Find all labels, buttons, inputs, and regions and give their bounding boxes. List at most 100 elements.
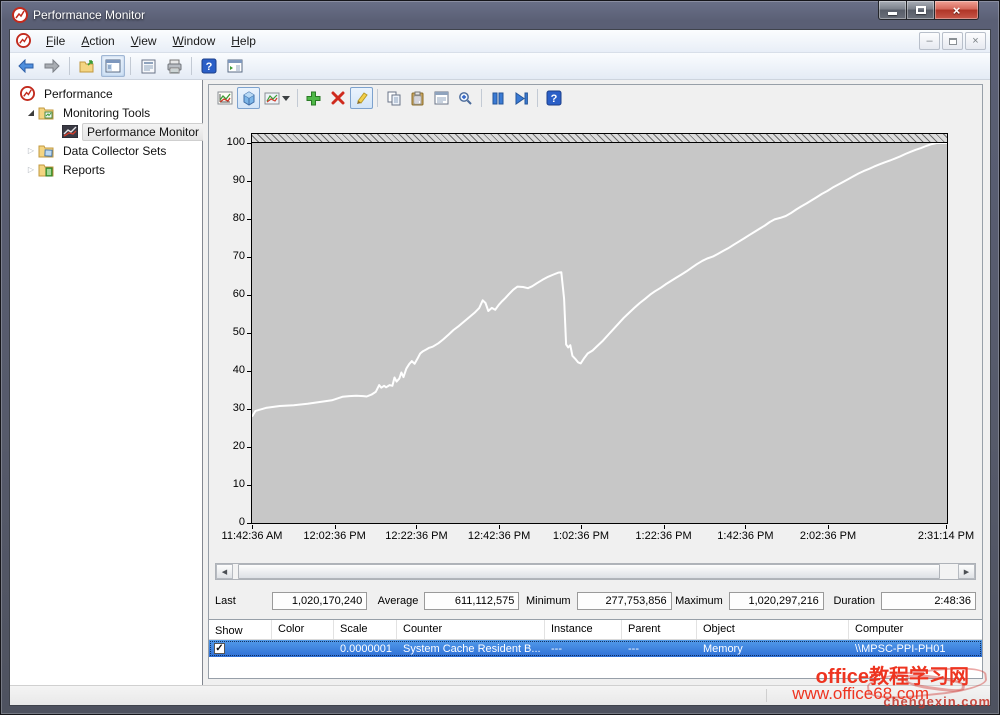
paste-counter-list-icon [411,91,424,106]
scroll-left-icon: ◀ [222,568,227,576]
close-icon: × [953,2,961,19]
delete-counter-icon [331,91,345,105]
menu-file[interactable]: File [38,32,73,51]
help-button[interactable]: ? [197,55,221,77]
column-header-object[interactable]: Object [697,620,849,639]
maximum-value: 1,020,297,216 [729,592,824,610]
zoom-icon [458,91,473,106]
add-counter-button[interactable] [302,87,325,109]
menu-help[interactable]: Help [223,32,264,51]
column-header-color[interactable]: Color [272,620,334,639]
forward-button[interactable] [40,55,64,77]
x-axis-tick [499,525,500,529]
expander-expanded-icon[interactable]: ◢ [26,108,36,117]
maximize-button[interactable] [907,1,934,20]
action-pane-toggle-button[interactable] [223,55,247,77]
properties-list-button[interactable] [136,55,160,77]
perfmon-pane: ? 0102030405060708090100 11:42:36 AM12:0… [203,80,990,685]
show-checkbox[interactable]: ✓ [214,643,225,654]
cell-parent: --- [622,643,697,655]
x-axis-tick [828,525,829,529]
tree-item-reports[interactable]: ▷ Reports [10,160,202,179]
tree-item-data-collector-sets[interactable]: ▷ Data Collector Sets [10,141,202,160]
scroll-right-button[interactable]: ▶ [958,564,975,579]
perfmon-view: ? 0102030405060708090100 11:42:36 AM12:0… [208,84,983,679]
counter-table-header: Show Color Scale Counter Instance Parent… [209,620,982,640]
update-data-button[interactable] [510,87,533,109]
view-current-activity-button[interactable] [213,87,236,109]
y-axis-tick-label: 0 [209,516,245,528]
y-axis-tick [247,181,251,182]
update-data-icon [515,92,528,105]
paste-counter-list-button[interactable] [406,87,429,109]
minimize-button[interactable] [878,1,907,20]
expander-collapsed-icon[interactable]: ▷ [26,146,36,155]
folder-report-icon [38,163,55,177]
app-window: Performance Monitor × File Action View W… [0,0,1000,715]
highlight-button[interactable] [350,87,373,109]
close-button[interactable]: × [934,1,979,20]
horizontal-scrollbar[interactable]: ◀ ▶ [215,563,976,580]
add-counter-icon [306,91,321,106]
status-bar [10,685,990,705]
view-log-data-icon [241,91,257,106]
menu-action[interactable]: Action [73,32,122,51]
column-header-instance[interactable]: Instance [545,620,622,639]
back-icon [17,59,35,73]
y-axis-tick [247,257,251,258]
menu-window[interactable]: Window [165,32,224,51]
column-header-show[interactable]: Show [209,620,272,639]
expander-collapsed-icon[interactable]: ▷ [26,165,36,174]
freeze-display-button[interactable] [486,87,509,109]
y-axis-tick [247,485,251,486]
change-graph-type-button[interactable] [261,87,293,109]
svg-text:?: ? [206,61,213,73]
counter-row[interactable]: ✓ 0.0000001 System Cache Resident B... -… [209,640,982,657]
tree-item-performance-monitor[interactable]: Performance Monitor [10,122,202,141]
maximize-icon [916,6,926,14]
zoom-button[interactable] [454,87,477,109]
cell-computer: \\MPSC-PPI-PH01 [849,643,982,655]
x-axis-tick-label: 12:02:36 PM [303,530,365,542]
view-log-data-button[interactable] [237,87,260,109]
x-axis-tick [416,525,417,529]
x-axis-tick [664,525,665,529]
copy-properties-button[interactable] [382,87,405,109]
maximum-label: Maximum [672,595,729,607]
column-header-computer[interactable]: Computer [849,620,982,639]
menu-bar: File Action View Window Help – × [10,30,990,53]
delete-counter-button[interactable] [326,87,349,109]
column-header-counter[interactable]: Counter [397,620,545,639]
column-header-parent[interactable]: Parent [622,620,697,639]
change-graph-type-icon [264,92,280,105]
x-axis-tick [745,525,746,529]
column-header-scale[interactable]: Scale [334,620,397,639]
toolbar-separator [481,89,482,107]
toolbar-separator [537,89,538,107]
x-axis-tick-label: 12:22:36 PM [385,530,447,542]
cell-scale: 0.0000001 [334,643,397,655]
minimum-value: 277,753,856 [577,592,672,610]
child-close-button[interactable]: × [965,32,986,50]
export-button[interactable] [75,55,99,77]
tree-item-monitoring-tools[interactable]: ◢ Monitoring Tools [10,103,202,122]
tree-item-performance[interactable]: Performance [10,84,202,103]
print-button[interactable] [162,55,186,77]
child-minimize-button[interactable]: – [919,32,940,50]
scroll-left-button[interactable]: ◀ [216,564,233,579]
view-current-activity-icon [217,91,233,105]
title-bar[interactable]: Performance Monitor × [1,1,999,29]
x-axis-tick [946,525,947,529]
menu-view[interactable]: View [123,32,165,51]
child-restore-button[interactable] [942,32,963,50]
perfmon-help-button[interactable]: ? [542,87,565,109]
console-window-icon [16,33,32,49]
console-tree-toggle-button[interactable] [101,55,125,77]
back-button[interactable] [14,55,38,77]
y-axis-tick [247,219,251,220]
svg-text:?: ? [550,93,557,105]
scrollbar-track[interactable] [233,564,958,579]
scrollbar-thumb[interactable] [238,564,940,579]
properties-button[interactable] [430,87,453,109]
perfmon-app-icon [12,7,28,23]
